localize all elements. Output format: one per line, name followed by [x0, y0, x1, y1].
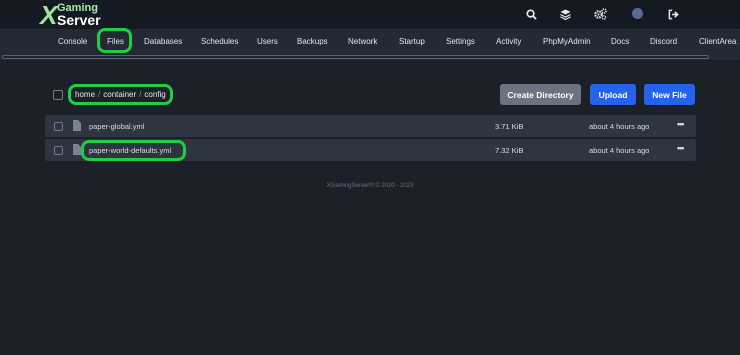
tab-databases[interactable]: Databases — [144, 37, 182, 46]
tab-backups[interactable]: Backups — [297, 37, 328, 46]
layers-icon[interactable] — [558, 7, 572, 21]
tab-users[interactable]: Users — [257, 37, 278, 46]
sign-out-icon[interactable] — [666, 7, 680, 21]
file-highlight — [81, 140, 186, 161]
tab-phpmyadmin[interactable]: PhpMyAdmin — [543, 37, 591, 46]
file-icon — [73, 144, 81, 155]
search-icon[interactable] — [524, 7, 538, 21]
tab-console[interactable]: Console — [58, 37, 87, 46]
breadcrumb-home[interactable]: home — [75, 90, 95, 99]
top-header: X Gaming Server — [0, 0, 740, 29]
file-size: 3.71 KiB — [495, 122, 524, 131]
file-checkbox[interactable] — [54, 122, 63, 131]
tab-network[interactable]: Network — [348, 37, 377, 46]
cogs-icon[interactable] — [593, 7, 607, 21]
breadcrumb-container[interactable]: container — [103, 90, 136, 99]
logo-mark: X — [40, 0, 58, 30]
file-icon — [73, 120, 81, 131]
file-menu-button[interactable]: ••• — [677, 143, 685, 153]
file-modified: about 4 hours ago — [589, 122, 650, 131]
file-row[interactable]: paper-global.yml 3.71 KiB about 4 hours … — [45, 115, 696, 137]
tab-schedules[interactable]: Schedules — [201, 37, 238, 46]
upload-button[interactable]: Upload — [590, 84, 636, 105]
new-file-button[interactable]: New File — [644, 84, 695, 105]
logo-text-server: Server — [57, 12, 101, 28]
tab-startup[interactable]: Startup — [399, 37, 425, 46]
footer-copyright: XGamingServer® © 2020 - 2023 — [326, 183, 414, 189]
file-size: 7.32 KiB — [495, 146, 524, 155]
file-name[interactable]: paper-global.yml — [89, 122, 144, 131]
breadcrumb-config: config — [144, 90, 166, 99]
tab-activity[interactable]: Activity — [496, 37, 521, 46]
breadcrumb-separator: / — [139, 90, 142, 99]
select-all-checkbox[interactable] — [53, 90, 63, 100]
avatar[interactable] — [632, 8, 643, 19]
tab-clientarea[interactable]: ClientArea — [699, 37, 736, 46]
tab-discord[interactable]: Discord — [650, 37, 677, 46]
file-menu-button[interactable]: ••• — [677, 119, 685, 129]
tab-settings[interactable]: Settings — [446, 37, 475, 46]
breadcrumb-separator: / — [98, 90, 101, 99]
active-tab-highlight — [97, 28, 132, 53]
file-modified: about 4 hours ago — [589, 146, 650, 155]
logo[interactable]: X Gaming Server — [40, 0, 110, 30]
create-directory-button[interactable]: Create Directory — [500, 84, 581, 105]
tab-docs[interactable]: Docs — [611, 37, 629, 46]
nav-scrollbar[interactable] — [2, 55, 709, 59]
file-checkbox[interactable] — [54, 146, 63, 155]
breadcrumb: home / container / config — [68, 84, 173, 105]
